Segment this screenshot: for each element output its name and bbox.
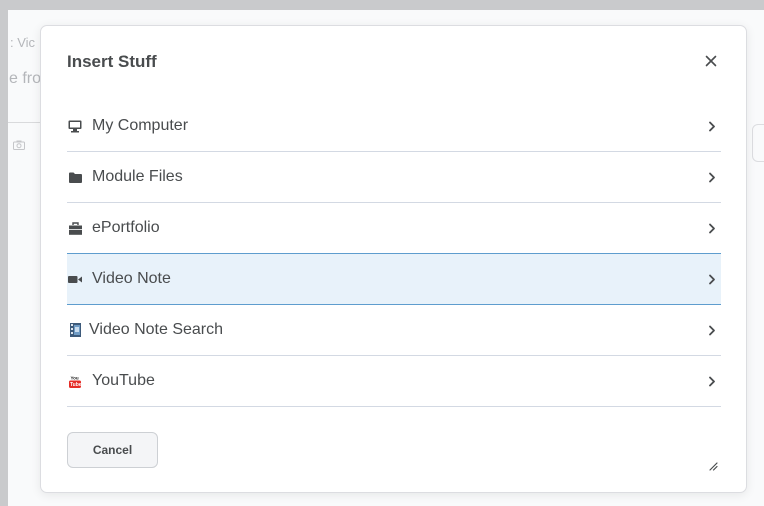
- background-divider: [8, 122, 42, 123]
- camera-icon: [13, 140, 25, 150]
- computer-icon: [67, 118, 83, 134]
- background-left-bar: [0, 10, 8, 506]
- list-item-eportfolio[interactable]: ePortfolio: [67, 203, 721, 254]
- background-right-box: [752, 124, 764, 162]
- insert-options-list: My Computer Module Files ePortfolio Vide…: [67, 101, 721, 407]
- background-text-line-2: e fro: [9, 70, 42, 87]
- chevron-right-icon: [707, 273, 717, 285]
- film-search-icon: [67, 322, 83, 338]
- close-icon: [705, 55, 717, 67]
- youtube-icon: You Tube: [67, 373, 83, 389]
- list-item-module-files[interactable]: Module Files: [67, 152, 721, 203]
- chevron-right-icon: [707, 171, 717, 183]
- chevron-right-icon: [707, 324, 717, 336]
- svg-text:Tube: Tube: [70, 382, 81, 388]
- chevron-right-icon: [707, 120, 717, 132]
- list-item-video-note-search[interactable]: Video Note Search: [67, 305, 721, 356]
- list-item-label: Video Note: [92, 270, 171, 287]
- dialog-title: Insert Stuff: [67, 52, 157, 71]
- chevron-right-icon: [707, 222, 717, 234]
- list-item-label: ePortfolio: [92, 219, 160, 236]
- list-item-label: Module Files: [92, 168, 183, 185]
- background-top-bar: [0, 0, 764, 10]
- background-text-line-1: : Vic: [10, 35, 36, 50]
- list-item-label: My Computer: [92, 117, 189, 134]
- list-item-youtube[interactable]: You Tube YouTube: [67, 356, 721, 407]
- list-item-label: Video Note Search: [89, 321, 224, 338]
- briefcase-icon: [67, 220, 83, 236]
- insert-stuff-dialog: Insert Stuff My Computer Module Files eP…: [40, 25, 747, 493]
- resize-handle-icon[interactable]: [708, 458, 718, 471]
- chevron-right-icon: [707, 375, 717, 387]
- cancel-button[interactable]: Cancel: [67, 432, 158, 468]
- list-item-video-note[interactable]: Video Note: [67, 253, 721, 305]
- list-item-label: YouTube: [92, 372, 155, 389]
- svg-text:You: You: [71, 375, 79, 380]
- video-camera-icon: [67, 271, 83, 287]
- list-item-my-computer[interactable]: My Computer: [67, 101, 721, 152]
- close-button[interactable]: [698, 48, 724, 74]
- folder-icon: [67, 169, 83, 185]
